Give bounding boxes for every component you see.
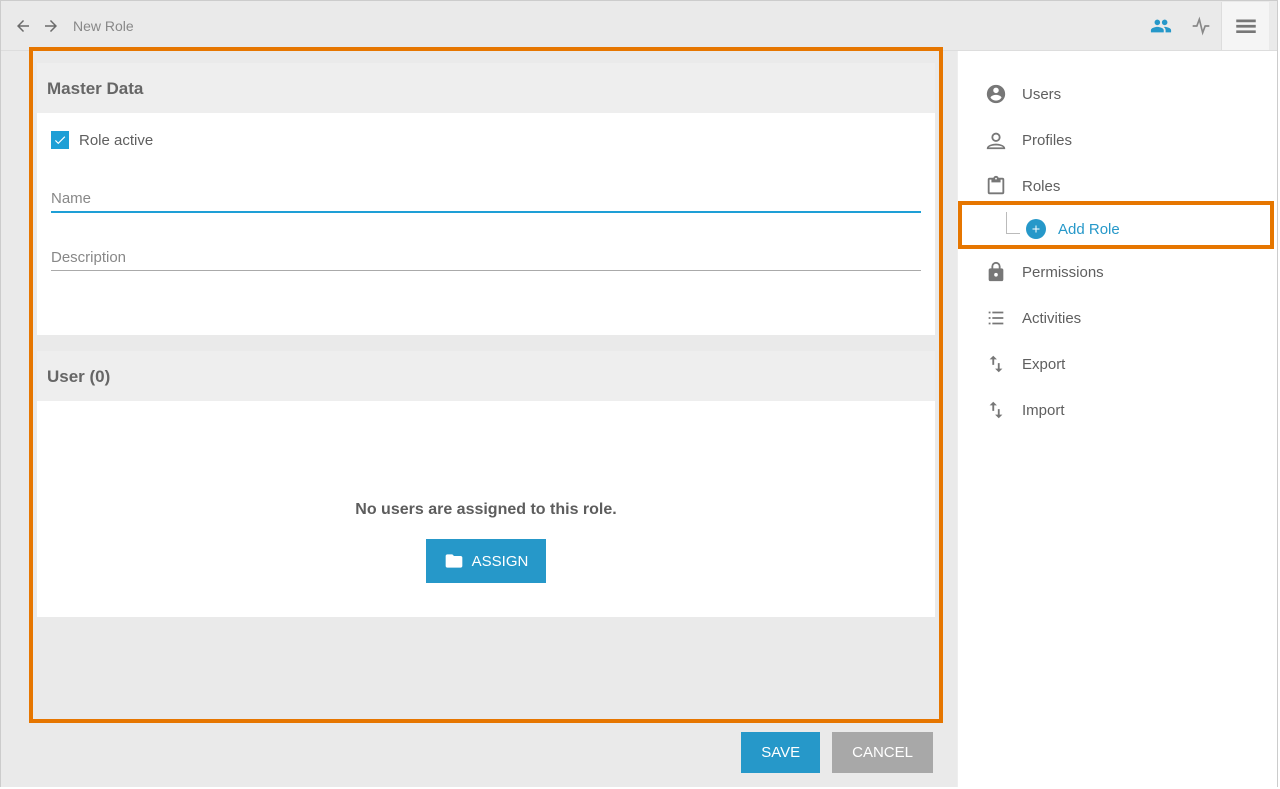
sidebar-item-label: Profiles [1022,132,1072,149]
back-button[interactable] [9,12,37,40]
cancel-button[interactable]: CANCEL [832,732,933,773]
master-data-header: Master Data [37,63,935,113]
lock-icon [985,261,1007,283]
sidebar-item-permissions[interactable]: Permissions [958,249,1277,295]
main-content: Master Data Role active Name [1,51,957,787]
person-outline-icon [985,129,1007,151]
footer-actions: SAVE CANCEL [741,732,933,773]
add-role-label: Add Role [1058,221,1120,238]
arrow-left-icon [14,17,32,35]
user-panel-header: User (0) [37,351,935,401]
sidebar-item-roles[interactable]: Roles [958,163,1277,209]
activity-top-icon-button[interactable] [1183,8,1219,44]
no-users-message: No users are assigned to this role. [51,501,921,519]
account-circle-icon [985,83,1007,105]
tree-line-icon [1006,212,1020,234]
role-active-label: Role active [79,132,153,149]
save-button[interactable]: SAVE [741,732,820,773]
arrow-right-icon [42,17,60,35]
assign-button[interactable]: ASSIGN [426,539,547,583]
list-icon [985,307,1007,329]
sidebar-item-label: Activities [1022,310,1081,327]
menu-button[interactable] [1221,2,1269,50]
forward-button[interactable] [37,12,65,40]
role-active-checkbox[interactable]: Role active [51,131,921,149]
sidebar-item-activities[interactable]: Activities [958,295,1277,341]
assign-button-label: ASSIGN [472,553,529,570]
sidebar-item-users[interactable]: Users [958,71,1277,117]
name-field[interactable]: Name [51,185,921,213]
sidebar-item-label: Roles [1022,178,1060,195]
sidebar-item-label: Import [1022,402,1065,419]
sidebar-add-role[interactable]: Add Role [958,209,1277,249]
pulse-icon [1191,16,1211,36]
right-sidebar: Users Profiles Roles Add Role Permission… [957,51,1277,787]
users-group-icon [1150,15,1172,37]
folder-icon [444,551,464,571]
sidebar-item-label: Permissions [1022,264,1104,281]
description-field[interactable]: Description [51,243,921,271]
swap-vert-icon [985,399,1007,421]
master-data-panel: Master Data Role active Name [37,63,935,335]
description-label: Description [51,249,126,266]
hamburger-icon [1233,13,1259,39]
checkbox-checked-icon [51,131,69,149]
user-panel: User (0) No users are assigned to this r… [37,351,935,617]
topbar: New Role [1,1,1277,51]
page-title: New Role [73,18,134,34]
sidebar-item-export[interactable]: Export [958,341,1277,387]
plus-circle-icon [1026,219,1046,239]
name-label: Name [51,190,91,207]
sidebar-item-profiles[interactable]: Profiles [958,117,1277,163]
swap-vert-icon [985,353,1007,375]
sidebar-item-label: Users [1022,86,1061,103]
users-top-icon-button[interactable] [1143,8,1179,44]
sidebar-item-label: Export [1022,356,1065,373]
clipboard-icon [985,175,1007,197]
content-scroll[interactable]: Master Data Role active Name [37,63,935,719]
sidebar-item-import[interactable]: Import [958,387,1277,433]
